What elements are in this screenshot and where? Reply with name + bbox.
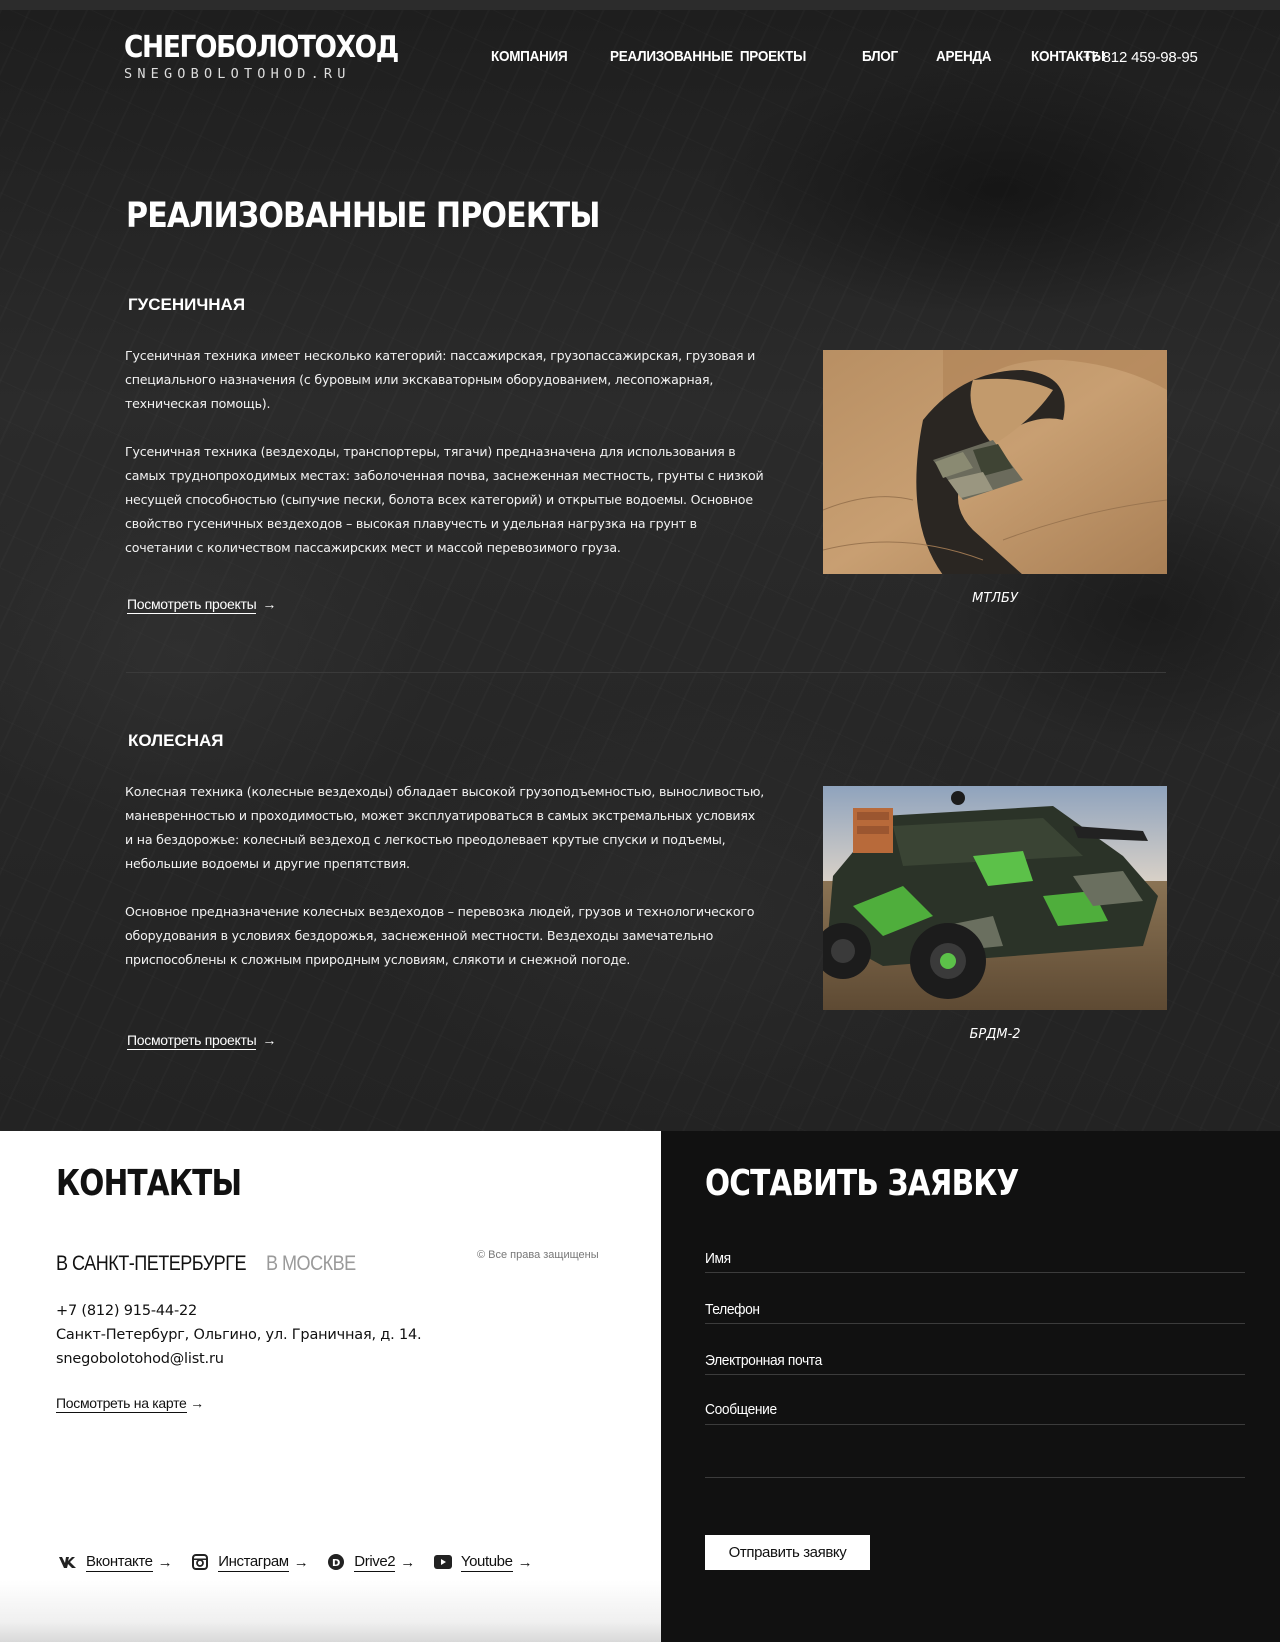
section-paragraph: Гусеничная техника (вездеходы, транспорт…: [125, 444, 764, 555]
section-title-tracked: ГУСЕНИЧНАЯ: [128, 295, 246, 314]
nav-item-blog[interactable]: БЛОГ: [862, 48, 898, 65]
nav-item-company[interactable]: КОМПАНИЯ: [491, 48, 568, 65]
submit-order-button[interactable]: Отправить заявку: [705, 1535, 870, 1570]
social-label: Вконтакте: [86, 1552, 153, 1572]
svg-text:D: D: [332, 1558, 340, 1569]
contact-info: +7 (812) 915-44-22 Санкт-Петербург, Ольг…: [56, 1299, 422, 1371]
photo-caption-mtlbu: МТЛБУ: [972, 591, 1018, 606]
message-field-label: Сообщение: [705, 1401, 777, 1418]
view-projects-label: Посмотреть проекты: [127, 596, 257, 614]
tab-saint-petersburg[interactable]: В САНКТ-ПЕТЕРБУРГЕ: [56, 1252, 247, 1276]
header-phone[interactable]: +7 812 459-98-95: [1082, 49, 1198, 66]
social-label: Drive2: [354, 1552, 396, 1572]
vk-icon: [58, 1552, 78, 1572]
contacts-title: КОНТАКТЫ: [56, 1163, 242, 1204]
arrow-right-icon: →: [157, 1553, 173, 1571]
brdm2-image: [823, 786, 1167, 1010]
contact-phone[interactable]: +7 (812) 915-44-22: [56, 1299, 421, 1323]
phone-field[interactable]: Телефон: [705, 1301, 1245, 1324]
arrow-right-icon: →: [262, 596, 277, 612]
message-field[interactable]: Сообщение: [705, 1401, 1245, 1425]
view-projects-link-wheeled[interactable]: Посмотреть проекты →: [127, 1032, 277, 1050]
arrow-right-icon: →: [190, 1395, 204, 1411]
social-link-drive2[interactable]: D Drive2 →: [326, 1552, 415, 1572]
social-link-vk[interactable]: Вконтакте →: [58, 1552, 173, 1572]
section-paragraph: Основное предназначение колесных вездехо…: [125, 904, 755, 967]
tab-moscow[interactable]: В МОСКВЕ: [266, 1252, 356, 1276]
page-title: РЕАЛИЗОВАННЫЕ ПРОЕКТЫ: [126, 196, 600, 236]
social-label: Инстаграм: [218, 1552, 289, 1572]
name-field[interactable]: Имя: [705, 1250, 1245, 1273]
contact-address: Санкт-Петербург, Ольгино, ул. Граничная,…: [56, 1327, 422, 1343]
social-label: Youtube: [460, 1552, 513, 1572]
photo-brdm2[interactable]: [823, 786, 1167, 1010]
site-logo[interactable]: СНЕГОБОЛОТОХОД SNEGOBOLOTOHOD.RU: [124, 30, 399, 82]
social-link-instagram[interactable]: Инстаграм →: [190, 1552, 309, 1572]
arrow-right-icon: →: [400, 1553, 415, 1571]
instagram-icon: [190, 1552, 210, 1572]
view-projects-label: Посмотреть проекты: [127, 1032, 257, 1050]
section-text-wheeled: Колесная техника (колесные вездеходы) об…: [125, 780, 765, 996]
order-form-title: ОСТАВИТЬ ЗАЯВКУ: [705, 1163, 1019, 1204]
nav-item-rent[interactable]: АРЕНДА: [936, 48, 992, 65]
mtlbu-image: [823, 350, 1167, 574]
youtube-icon: [433, 1552, 453, 1572]
social-link-youtube[interactable]: Youtube →: [433, 1552, 533, 1572]
section-paragraph: Колесная техника (колесные вездеходы) об…: [125, 784, 765, 871]
email-field-label: Электронная почта: [705, 1352, 822, 1369]
email-field[interactable]: Электронная почта: [705, 1352, 1245, 1375]
nav-item-projects[interactable]: РЕАЛИЗОВАННЫЕ ПРОЕКТЫ: [610, 48, 806, 65]
message-textarea[interactable]: [705, 1426, 1245, 1478]
view-projects-link-tracked[interactable]: Посмотреть проекты →: [127, 596, 277, 614]
photo-caption-brdm2: БРДМ-2: [969, 1027, 1021, 1042]
name-field-label: Имя: [705, 1250, 731, 1267]
section-title-wheeled: КОЛЕСНАЯ: [128, 731, 224, 750]
view-on-map-link[interactable]: Посмотреть на карте →: [56, 1395, 204, 1413]
photo-mtlbu[interactable]: [823, 350, 1167, 574]
phone-field-label: Телефон: [705, 1301, 760, 1318]
arrow-right-icon: →: [262, 1032, 277, 1048]
social-links: Вконтакте → Инстаграм → D Drive2 → Youtube →: [58, 1552, 550, 1572]
main-nav: КОМПАНИЯ РЕАЛИЗОВАННЫЕ ПРОЕКТЫ БЛОГ АРЕН…: [491, 48, 1147, 65]
section-divider: [126, 672, 1166, 673]
top-strip: [0, 0, 1280, 10]
logo-main-text: СНЕГОБОЛОТОХОД: [124, 30, 399, 65]
view-on-map-label: Посмотреть на карте: [56, 1395, 187, 1413]
section-paragraph: Гусеничная техника имеет несколько катег…: [125, 348, 756, 411]
section-text-tracked: Гусеничная техника имеет несколько катег…: [125, 344, 765, 584]
contact-email[interactable]: snegobolotohod@list.ru: [56, 1347, 421, 1371]
arrow-right-icon: →: [293, 1553, 309, 1571]
arrow-right-icon: →: [517, 1553, 533, 1571]
logo-domain-text: SNEGOBOLOTOHOD.RU: [124, 66, 351, 82]
drive2-icon: D: [326, 1552, 346, 1572]
copyright-text: © Все права защищены: [477, 1249, 599, 1261]
city-tabs: В САНКТ-ПЕТЕРБУРГЕ В МОСКВЕ: [56, 1252, 368, 1276]
